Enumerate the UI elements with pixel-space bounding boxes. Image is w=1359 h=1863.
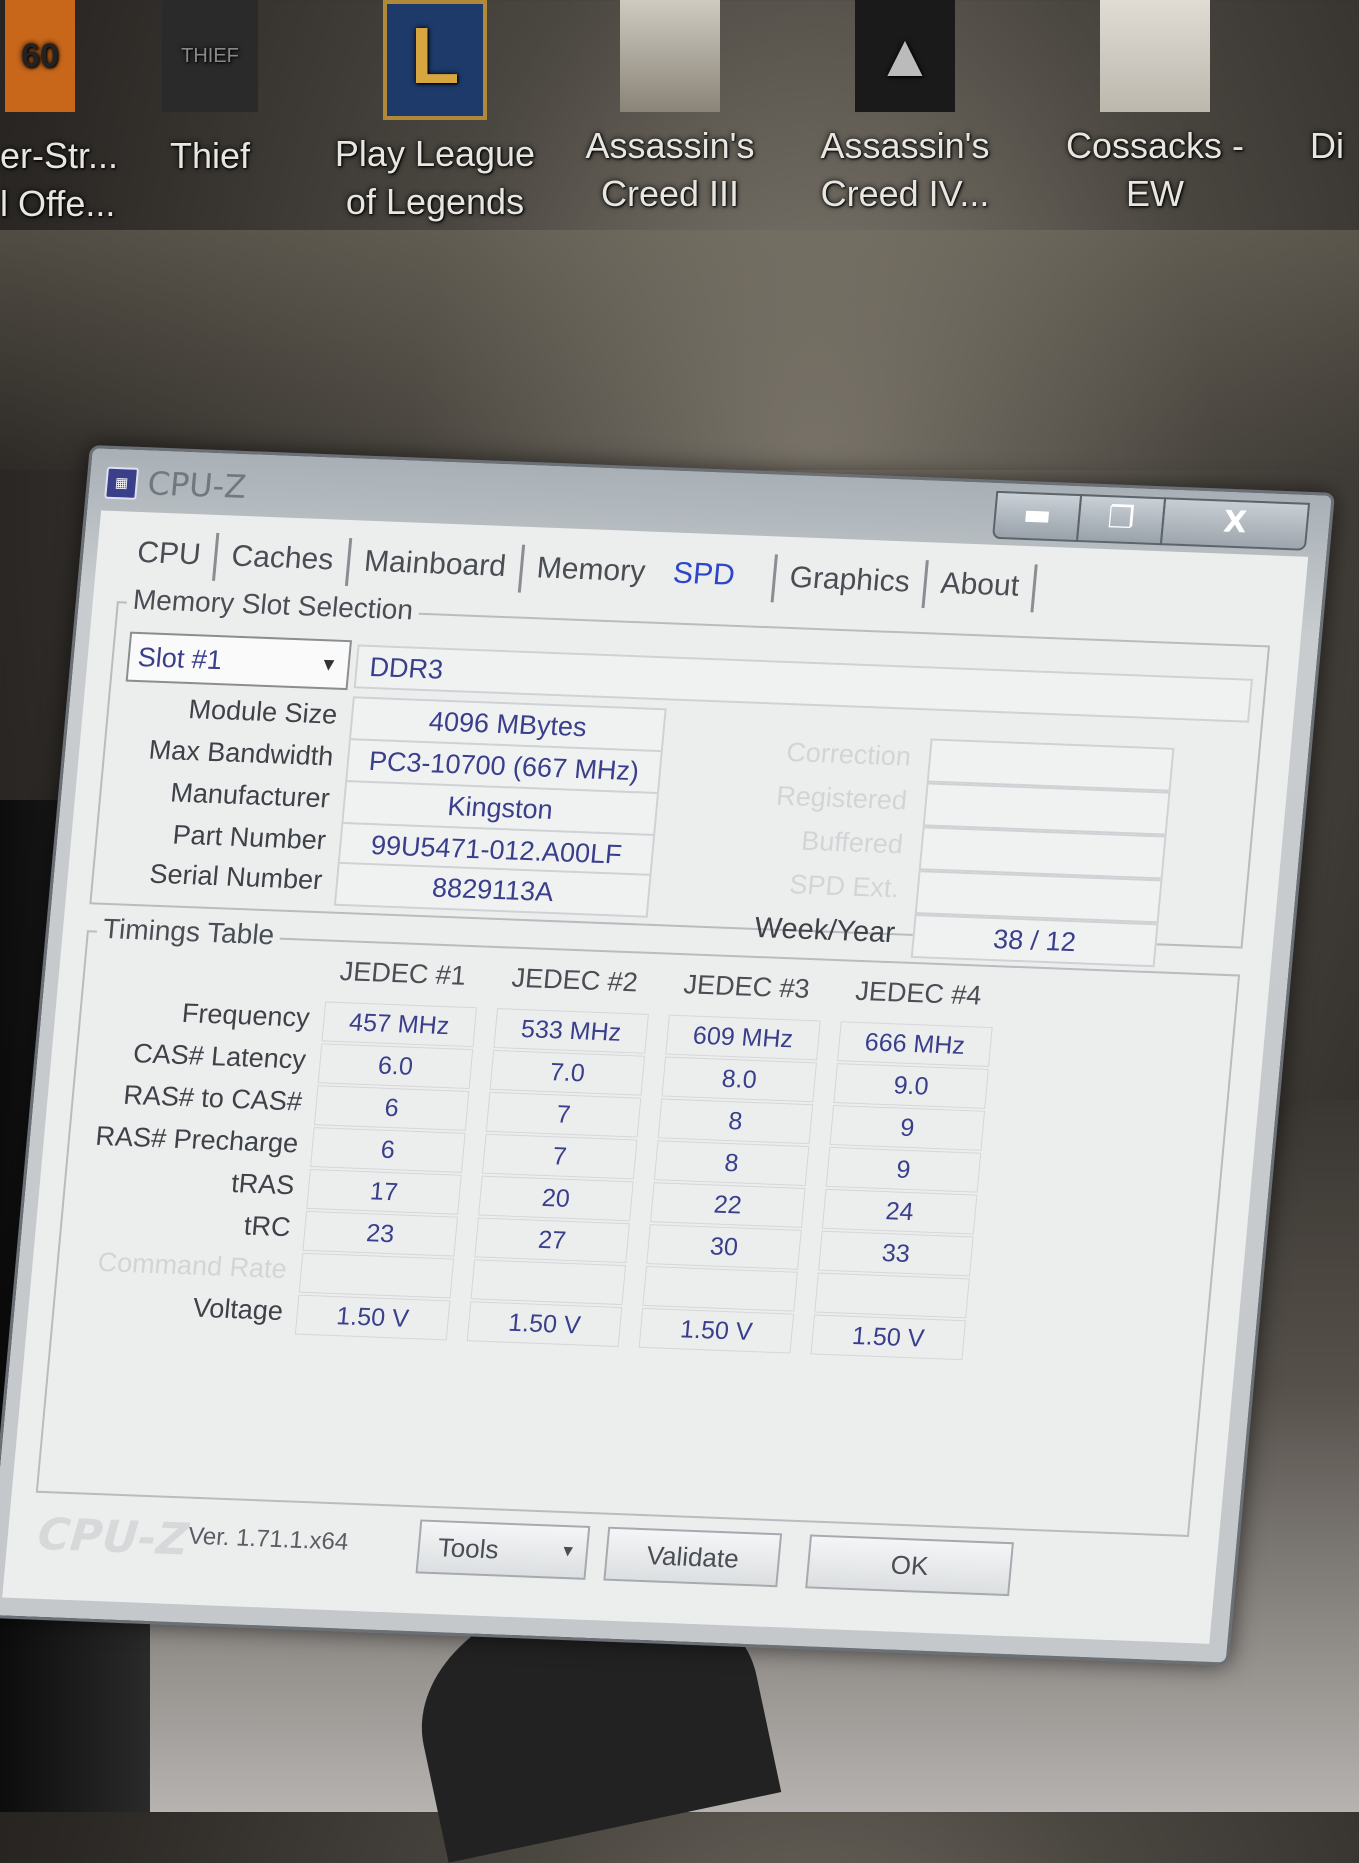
timing-cell: 7.0 xyxy=(489,1049,646,1096)
window-frame: ▦ CPU-Z ▬ ❐ X CPU Caches Mainboard Memor… xyxy=(0,445,1336,1666)
tab-memory[interactable]: Memory xyxy=(521,545,662,598)
timing-cell: 17 xyxy=(306,1168,462,1215)
desktop-wallpaper xyxy=(0,230,1359,470)
cpu-z-app-icon: ▦ xyxy=(104,466,140,500)
tools-button-label: Tools xyxy=(436,1532,500,1565)
close-button[interactable]: X xyxy=(1159,497,1311,551)
timing-cell: 9.0 xyxy=(833,1063,989,1109)
tab-caches[interactable]: Caches xyxy=(215,533,353,587)
league-of-legends-icon: L xyxy=(383,0,487,120)
cpu-z-logo: CPU-Z xyxy=(35,1508,191,1566)
timing-cell: 666 MHz xyxy=(837,1021,993,1067)
assassins-creed-iv-icon: ▲ xyxy=(855,0,955,112)
chevron-down-icon: ▼ xyxy=(559,1542,577,1561)
timing-cell: 30 xyxy=(646,1224,802,1270)
timing-cell xyxy=(814,1272,970,1319)
timing-cell: 20 xyxy=(478,1175,634,1222)
timing-cell: 8 xyxy=(653,1140,810,1187)
timing-cell: 23 xyxy=(302,1210,458,1257)
timing-cell xyxy=(470,1259,627,1306)
tab-about[interactable]: About xyxy=(924,560,1039,613)
week-year-value: 38 / 12 xyxy=(910,914,1159,968)
window-title: CPU-Z xyxy=(145,464,248,506)
tab-mainboard[interactable]: Mainboard xyxy=(347,538,525,593)
desktop-icon[interactable]: Assassin's Creed III xyxy=(575,0,765,218)
column-header: JEDEC #1 xyxy=(338,956,468,991)
desktop-icon[interactable]: Di xyxy=(1310,0,1359,170)
assassins-creed-iii-icon xyxy=(620,0,720,112)
desktop-icon[interactable]: 60 er-Str... l Offe... xyxy=(0,0,119,228)
slot-dropdown-value: Slot #1 xyxy=(136,642,224,676)
timing-cell: 24 xyxy=(821,1188,978,1235)
timing-cell: 8 xyxy=(657,1098,814,1145)
tab-cpu[interactable]: CPU xyxy=(121,529,220,581)
timing-cell: 1.50 V xyxy=(466,1301,623,1347)
slot-dropdown[interactable]: Slot #1 ▼ xyxy=(125,631,353,691)
window-client-area: CPU Caches Mainboard Memory SPD Graphics… xyxy=(2,510,1309,1644)
desktop-icon[interactable]: THIEF Thief xyxy=(150,0,270,180)
timing-cell: 457 MHz xyxy=(321,1001,478,1048)
desktop-icon-label: Assassin's Creed IV... xyxy=(820,125,990,214)
timing-cell: 7 xyxy=(481,1133,638,1180)
timing-cell: 6 xyxy=(310,1127,466,1173)
column-header: JEDEC #2 xyxy=(510,962,640,998)
timing-cell: 33 xyxy=(818,1230,974,1277)
timing-cell: 1.50 V xyxy=(638,1307,795,1354)
validate-button[interactable]: Validate xyxy=(603,1526,783,1588)
timing-cell xyxy=(642,1265,798,1312)
maximize-button[interactable]: ❐ xyxy=(1075,494,1167,546)
desktop-icon[interactable]: Cossacks - EW xyxy=(1060,0,1250,218)
timing-cell: 8.0 xyxy=(661,1056,817,1103)
timing-cell: 9 xyxy=(825,1146,982,1193)
desktop-icon-label: Di xyxy=(1310,125,1344,166)
timing-cell: 22 xyxy=(650,1182,806,1228)
version-label: Ver. 1.71.1.x64 xyxy=(187,1522,350,1556)
desktop-icon[interactable]: L Play League of Legends xyxy=(330,0,540,226)
ok-button[interactable]: OK xyxy=(805,1534,1014,1597)
desktop-icon-label: er-Str... l Offe... xyxy=(0,135,119,224)
timing-cell: 7 xyxy=(485,1091,642,1138)
minimize-button[interactable]: ▬ xyxy=(991,490,1083,542)
tools-button[interactable]: Tools ▼ xyxy=(415,1519,591,1580)
timing-cell xyxy=(298,1252,455,1299)
timing-cell: 533 MHz xyxy=(493,1008,649,1054)
desktop-icon-label: Assassin's Creed III xyxy=(585,125,755,214)
timing-cell: 6 xyxy=(313,1085,470,1131)
desktop-icon[interactable]: ▲ Assassin's Creed IV... xyxy=(810,0,1000,218)
timing-cell: 27 xyxy=(474,1217,630,1264)
timing-cell: 1.50 V xyxy=(294,1294,451,1341)
tab-spd[interactable]: SPD xyxy=(657,550,775,602)
game-thumbnail-icon: THIEF xyxy=(162,0,258,112)
timing-cell: 609 MHz xyxy=(665,1014,821,1061)
column-header: JEDEC #3 xyxy=(682,969,811,1004)
game-thumbnail-icon: 60 xyxy=(5,0,75,112)
timing-cell: 6.0 xyxy=(317,1043,474,1090)
desktop-icon-label: Cossacks - EW xyxy=(1065,125,1245,214)
column-header: JEDEC #4 xyxy=(854,975,983,1011)
cossacks-icon xyxy=(1100,0,1210,112)
desktop-icon-label: Play League of Legends xyxy=(334,133,536,222)
timing-cell: 9 xyxy=(829,1105,986,1151)
tab-graphics[interactable]: Graphics xyxy=(770,554,929,609)
cpu-z-window: ▦ CPU-Z ▬ ❐ X CPU Caches Mainboard Memor… xyxy=(0,445,1336,1666)
chevron-down-icon: ▼ xyxy=(319,654,339,675)
desktop-icon-label: Thief xyxy=(169,135,251,176)
timing-cell: 1.50 V xyxy=(810,1314,966,1361)
